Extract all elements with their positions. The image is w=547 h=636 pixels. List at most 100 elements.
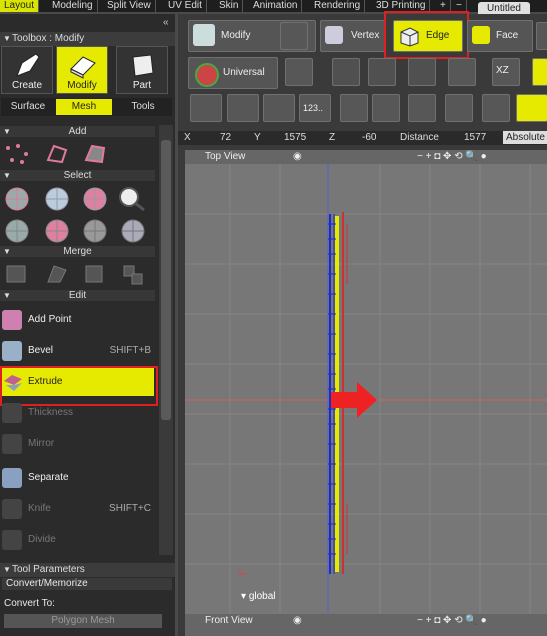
select-shrink-icon[interactable]	[120, 218, 146, 244]
select-rect-icon[interactable]	[44, 186, 70, 212]
view-settings-icon[interactable]: ◉	[293, 150, 302, 164]
collapse-triangle-icon[interactable]: ▼	[3, 563, 11, 577]
convert-to-select[interactable]: Polygon Mesh	[4, 614, 162, 628]
tab-rendering[interactable]: Rendering	[310, 0, 366, 12]
collapse-triangle-icon[interactable]: ▼	[3, 32, 11, 46]
mode-create-label: Create	[11, 80, 42, 91]
select-invert-icon[interactable]	[44, 218, 70, 244]
toolbox-title-bar: ▼ Toolbox : Modify	[0, 32, 175, 46]
hatch-icon[interactable]	[408, 94, 436, 122]
convert-to-label: Convert To:	[4, 598, 55, 609]
tab-split-view[interactable]: Split View	[103, 0, 156, 12]
object-mode-button[interactable]	[536, 22, 547, 50]
camera-icon[interactable]	[280, 22, 308, 50]
top-view-title[interactable]: Top View	[205, 150, 245, 164]
tool-add-point[interactable]: Add Point	[0, 306, 155, 334]
tool-divide[interactable]: Divide	[0, 526, 155, 554]
universal-label: Universal	[223, 67, 265, 78]
front-view-header: Front View ◉ − + ◘ ✥ ⟲ 🔍 ●	[185, 614, 547, 636]
tool-mirror[interactable]: Mirror	[0, 430, 155, 458]
collapse-icon[interactable]: «	[163, 17, 169, 28]
select-all-icon[interactable]	[4, 218, 30, 244]
mode-modify-button[interactable]: Modify	[56, 46, 108, 94]
select-sphere-icon[interactable]	[4, 186, 30, 212]
cylinder-icon[interactable]	[227, 94, 259, 122]
tool-label: Knife	[28, 503, 51, 514]
front-view-title[interactable]: Front View	[205, 614, 253, 628]
section-add[interactable]: ▼ Add	[0, 126, 155, 137]
thickness-icon	[2, 403, 22, 423]
tool-thickness[interactable]: Thickness	[0, 399, 155, 427]
select-grow-icon[interactable]	[82, 218, 108, 244]
knife-icon	[2, 499, 22, 519]
section-edit[interactable]: ▼ Edit	[0, 290, 155, 301]
subtab-mesh[interactable]: Mesh	[56, 99, 112, 115]
expand-triangle-icon: ▼	[3, 291, 11, 300]
absolute-mode-toggle[interactable]: Absolute	[503, 131, 547, 144]
select-lasso-icon[interactable]	[82, 186, 108, 212]
tab-uv-edit[interactable]: UV Edit	[164, 0, 207, 12]
mode-create-button[interactable]: Create	[1, 46, 53, 94]
tool-separate[interactable]: Separate	[0, 464, 155, 492]
distance-label: Distance	[400, 132, 439, 143]
tab-animation[interactable]: Animation	[249, 0, 303, 12]
eraser-icon	[70, 56, 96, 79]
merge-vertices-icon[interactable]	[4, 262, 30, 286]
y-value: 1575	[284, 132, 307, 143]
add-polygon-icon[interactable]	[44, 142, 70, 166]
front-view-settings-icon[interactable]: ◉	[293, 614, 302, 628]
lines-icon[interactable]	[482, 94, 510, 122]
mode-part-button[interactable]: Part	[116, 46, 168, 94]
front-view-controls[interactable]: − + ◘ ✥ ⟲ 🔍 ●	[417, 614, 487, 628]
points-icon[interactable]	[445, 94, 473, 122]
crosshair-icon[interactable]	[332, 58, 360, 86]
face-cube-icon	[472, 26, 490, 44]
modify-cube-icon	[193, 24, 215, 46]
target-icon[interactable]	[368, 58, 396, 86]
y-label: Y	[254, 132, 261, 143]
coordinate-space-dropdown[interactable]: ▾ global	[241, 591, 276, 602]
merge-objects-icon[interactable]	[120, 262, 146, 286]
viewport-canvas[interactable]: ▾ global	[185, 164, 547, 614]
distance-value: 1577	[464, 132, 487, 143]
car-icon[interactable]	[263, 94, 295, 122]
tab-modeling[interactable]: Modeling	[48, 0, 98, 12]
divide-icon	[2, 530, 22, 550]
toolbox-scrollbar-thumb[interactable]	[161, 140, 171, 420]
tool-bevel[interactable]: Bevel SHIFT+B	[0, 337, 155, 365]
grid-snap-icon[interactable]	[532, 58, 547, 86]
add-face-icon[interactable]	[82, 142, 108, 166]
global-label: global	[248, 591, 276, 602]
numeric-input-icon[interactable]: 123..	[299, 94, 331, 122]
separate-icon	[2, 468, 22, 488]
face-mode-button[interactable]: Face	[467, 20, 533, 52]
expand-triangle-icon: ▼	[3, 127, 11, 136]
universal-manipulator-button[interactable]: Universal	[188, 57, 278, 89]
select-magnify-icon[interactable]	[118, 186, 148, 212]
tool-knife[interactable]: Knife SHIFT+C	[0, 495, 155, 523]
tab-layout[interactable]: Layout	[0, 0, 40, 12]
merge-faces-icon[interactable]	[82, 262, 108, 286]
keyboard-icon[interactable]	[190, 94, 222, 122]
grid-select-icon[interactable]	[340, 94, 368, 122]
sculpt-icon[interactable]	[516, 94, 547, 122]
view-controls[interactable]: − + ◘ ✥ ⟲ 🔍 ●	[417, 150, 487, 164]
convert-memorize-section[interactable]: Convert/Memorize	[2, 578, 172, 590]
add-vertex-icon[interactable]	[4, 142, 30, 166]
mode-part-label: Part	[132, 80, 152, 91]
section-select-label: Select	[63, 170, 92, 181]
section-select[interactable]: ▼ Select	[0, 170, 155, 181]
merge-edges-icon[interactable]	[44, 262, 70, 286]
vertex-mode-button[interactable]: Vertex	[320, 20, 386, 52]
tool-label: Thickness	[28, 407, 74, 418]
move-select-icon[interactable]	[372, 94, 400, 122]
list-icon[interactable]	[408, 58, 436, 86]
world-axis-icon[interactable]	[285, 58, 313, 86]
section-add-label: Add	[68, 126, 87, 137]
section-merge[interactable]: ▼ Merge	[0, 246, 155, 257]
subtab-tools[interactable]: Tools	[114, 99, 172, 115]
subtab-surface[interactable]: Surface	[2, 99, 54, 115]
xz-plane-icon[interactable]: XZ	[492, 58, 520, 86]
tab-skin[interactable]: Skin	[215, 0, 244, 12]
globe-icon[interactable]	[448, 58, 476, 86]
